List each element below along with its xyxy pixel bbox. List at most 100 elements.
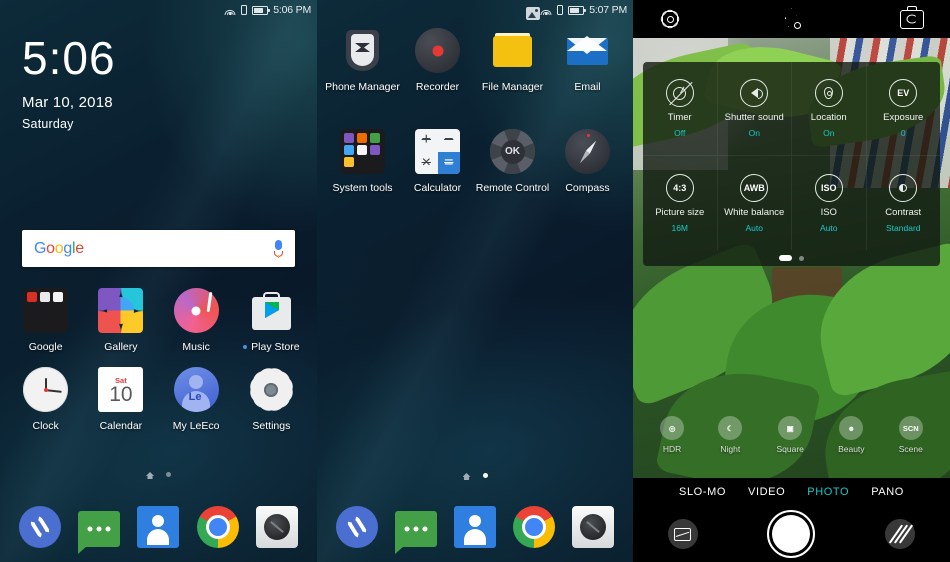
dock-chrome-icon[interactable] xyxy=(196,506,239,548)
app-recorder[interactable]: Recorder xyxy=(400,28,475,93)
gear-icon[interactable] xyxy=(658,7,682,31)
app-compass[interactable]: Compass xyxy=(550,129,625,194)
quick-mode-square[interactable]: ▣ Square xyxy=(776,416,804,454)
app-music[interactable]: Music xyxy=(159,288,234,353)
clock-widget[interactable]: 5:06 Mar 10, 2018 Saturday xyxy=(22,32,116,132)
calculator-icon: + − × = xyxy=(415,129,460,174)
google-search-bar[interactable]: Google xyxy=(22,230,295,267)
calc-key-times: × xyxy=(421,153,431,171)
app-my-leeco[interactable]: Le My LeEco xyxy=(159,367,234,432)
tab-photo[interactable]: PHOTO xyxy=(807,486,849,498)
setting-value: Auto xyxy=(820,222,838,233)
switch-camera-icon[interactable] xyxy=(900,6,924,29)
quick-mode-hdr[interactable]: ◎ HDR xyxy=(660,416,685,454)
clock-weekday: Saturday xyxy=(22,117,74,132)
settings-row: Timer Off Shutter sound On Location On E… xyxy=(643,62,940,156)
setting-white-balance[interactable]: AWB White balance Auto xyxy=(718,156,792,250)
page-indicator[interactable] xyxy=(317,473,633,480)
camera-settings-panel: Timer Off Shutter sound On Location On E… xyxy=(643,62,940,266)
flash-off-icon[interactable] xyxy=(781,8,801,30)
system-tools-folder-icon xyxy=(340,129,385,174)
camera-mode-tabs: SLO-MO VIDEO PHOTO PANO xyxy=(633,478,950,506)
hdr-icon: ◎ xyxy=(660,416,685,440)
status-time: 5:06 PM xyxy=(273,4,311,16)
picture-size-icon: 4:3 xyxy=(665,173,694,202)
app-clock[interactable]: Clock xyxy=(8,367,83,432)
app-label: My LeEco xyxy=(172,420,220,432)
home-page-icon[interactable] xyxy=(146,472,154,479)
setting-location[interactable]: Location On xyxy=(792,62,867,156)
app-remote-control[interactable]: OK Remote Control xyxy=(475,129,550,194)
timer-off-icon xyxy=(665,79,694,107)
app-email[interactable]: Email xyxy=(550,28,625,93)
tab-slo-mo[interactable]: SLO-MO xyxy=(679,486,726,498)
clock-time: 5:06 xyxy=(22,32,116,84)
filters-button[interactable] xyxy=(885,519,916,549)
app-gallery[interactable]: Gallery xyxy=(83,288,158,353)
tab-video[interactable]: VIDEO xyxy=(748,486,785,498)
setting-timer[interactable]: Timer Off xyxy=(643,62,718,156)
setting-picture-size[interactable]: 4:3 Picture size 16M xyxy=(643,156,718,250)
dock-contacts-icon[interactable] xyxy=(137,506,180,548)
filters-icon xyxy=(888,524,914,544)
setting-iso[interactable]: ISO ISO Auto xyxy=(792,156,867,250)
app-label: Phone Manager xyxy=(325,81,400,93)
dock-messages-icon[interactable] xyxy=(394,510,437,554)
dock-chrome-icon[interactable] xyxy=(513,506,556,548)
phone-manager-icon xyxy=(340,28,385,73)
quick-mode-scene[interactable]: SCN Scene xyxy=(899,416,923,454)
apps-screen: 5:07 PM Phone Manager Recorder File Mana… xyxy=(317,0,633,562)
dock-camera-icon[interactable] xyxy=(572,506,615,548)
quick-modes-bar: ◎ HDR ☾ Night ▣ Square ☻ Beauty SCN Scen… xyxy=(633,416,950,454)
setting-value: Off xyxy=(674,128,686,138)
app-label: Google xyxy=(28,341,63,353)
quick-mode-label: Square xyxy=(776,444,804,454)
setting-label: Contrast xyxy=(885,206,922,218)
battery-icon xyxy=(568,5,586,15)
page-indicator[interactable] xyxy=(0,472,317,479)
app-label: Calendar xyxy=(99,420,143,432)
dock-phone-icon[interactable] xyxy=(335,506,378,548)
camera-top-bar xyxy=(633,0,950,38)
settings-page-indicator[interactable] xyxy=(643,250,940,266)
microphone-icon[interactable] xyxy=(274,240,283,258)
setting-label: Timer xyxy=(667,112,692,123)
settings-page-dot[interactable] xyxy=(799,255,804,261)
home-screen: 5:06 PM 5:06 Mar 10, 2018 Saturday Googl… xyxy=(0,0,317,562)
dock-contacts-icon[interactable] xyxy=(453,506,496,548)
setting-exposure[interactable]: EV Exposure 0 xyxy=(866,62,940,156)
app-play-store[interactable]: Play Store xyxy=(234,288,309,353)
page-dot[interactable] xyxy=(482,473,488,478)
quick-mode-night[interactable]: ☾ Night xyxy=(718,416,743,454)
app-label: Music xyxy=(182,341,210,353)
dock-phone-icon[interactable] xyxy=(18,506,61,548)
home-page-icon[interactable] xyxy=(462,473,471,480)
app-calculator[interactable]: + − × = Calculator xyxy=(400,129,475,194)
home-app-grid: Google Gallery Music Play Store Clock Sa… xyxy=(0,288,317,432)
tab-pano[interactable]: PANO xyxy=(871,486,904,498)
setting-label: Location xyxy=(810,112,847,123)
dock-camera-icon[interactable] xyxy=(256,506,299,548)
setting-value: 16M xyxy=(671,222,689,233)
setting-shutter-sound[interactable]: Shutter sound On xyxy=(717,62,792,156)
shutter-button[interactable] xyxy=(767,510,816,558)
app-file-manager[interactable]: File Manager xyxy=(475,28,550,93)
app-phone-manager[interactable]: Phone Manager xyxy=(325,28,400,93)
app-settings[interactable]: Settings xyxy=(234,364,309,432)
wifi-icon xyxy=(540,5,552,15)
setting-contrast[interactable]: Contrast Standard xyxy=(867,156,941,250)
gallery-icon xyxy=(98,288,144,333)
quick-mode-beauty[interactable]: ☻ Beauty xyxy=(838,416,865,454)
gallery-thumbnail-button[interactable] xyxy=(667,519,698,549)
page-dot[interactable] xyxy=(166,472,171,477)
beauty-icon: ☻ xyxy=(839,416,864,440)
iso-icon: ISO xyxy=(814,173,843,202)
app-calendar[interactable]: Sat 10 Calendar xyxy=(83,367,158,432)
app-system-tools[interactable]: System tools xyxy=(325,129,400,194)
my-leeco-icon: Le xyxy=(173,367,219,412)
dock-messages-icon[interactable] xyxy=(78,510,121,554)
scene-icon: SCN xyxy=(898,416,923,440)
app-google-folder[interactable]: Google xyxy=(8,288,83,353)
settings-page-dot[interactable] xyxy=(779,255,792,261)
app-label: Calculator xyxy=(413,182,462,194)
